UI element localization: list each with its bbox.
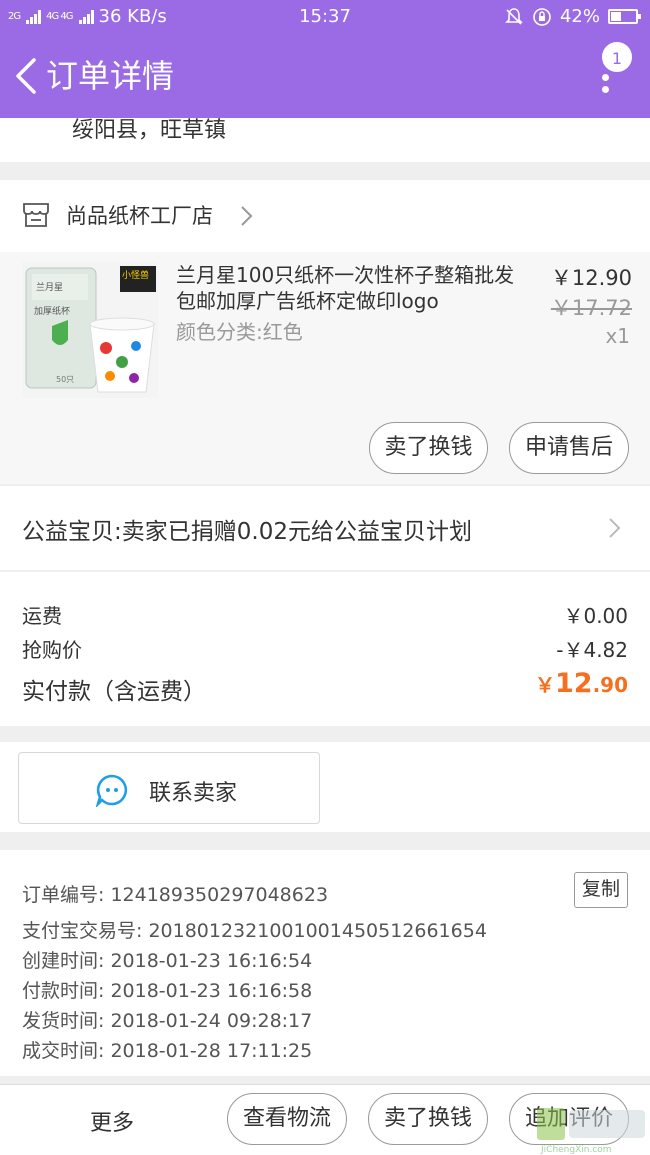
watermark-text: JiChengXin.com (540, 1145, 612, 1155)
thumb-count: 50只 (56, 375, 74, 384)
sell-button[interactable]: 卖了换钱 (369, 422, 488, 474)
notification-badge[interactable]: 1 (600, 40, 634, 74)
alipay-trade-number: 支付宝交易号: 2018012321001001450512661654 (22, 916, 487, 943)
sell-button-bottom[interactable]: 卖了换钱 (368, 1093, 488, 1145)
address-text: 绥阳县，旺草镇 (72, 112, 226, 144)
order-item[interactable]: 兰月星 加厚纸杯 50只 小怪兽 兰月星100只纸杯一次性杯子整箱批发包邮加厚广… (0, 252, 650, 484)
bell-muted-icon (504, 7, 524, 27)
contact-section: 联系卖家 (0, 742, 650, 832)
flash-price-row: 抢购价 -￥4.82 (22, 634, 628, 663)
contact-seller-button[interactable]: 联系卖家 (18, 752, 320, 824)
more-button[interactable]: 更多 (90, 1105, 134, 1137)
back-arrow-icon[interactable] (10, 56, 42, 96)
total-integer: 12 (555, 668, 593, 699)
total-label: 实付款（含运费） (22, 679, 206, 705)
shipping-row: 运费 ￥0.00 (22, 600, 628, 629)
store-icon (22, 202, 50, 228)
chevron-right-icon (606, 516, 622, 540)
total-value: ￥12.90 (535, 668, 628, 699)
product-title[interactable]: 兰月星100只纸杯一次性杯子整箱批发包邮加厚广告纸杯定做印logo (176, 262, 526, 314)
shop-row[interactable]: 尚品纸杯工厂店 (0, 180, 650, 252)
contact-seller-label: 联系卖家 (149, 775, 237, 807)
paid-time: 付款时间: 2018-01-23 16:16:58 (22, 976, 312, 1003)
thumb-brand: 兰月星 (36, 281, 63, 293)
product-sku: 颜色分类:红色 (176, 316, 303, 345)
charity-row[interactable]: 公益宝贝:卖家已捐赠0.02元给公益宝贝计划 (0, 486, 650, 570)
shipped-time: 发货时间: 2018-01-24 09:28:17 (22, 1006, 312, 1033)
flash-price-value: -￥4.82 (556, 634, 628, 663)
chevron-right-icon (238, 204, 254, 228)
product-quantity: x1 (605, 324, 630, 348)
shop-name: 尚品纸杯工厂店 (66, 200, 213, 230)
total-decimal: .90 (593, 673, 628, 697)
thumb-sub: 加厚纸杯 (34, 305, 70, 317)
more-menu-icon[interactable] (602, 74, 612, 98)
thumb-tag: 小怪兽 (122, 269, 149, 281)
chat-bubble-icon (95, 773, 129, 807)
battery-fill (611, 12, 621, 21)
flash-price-label: 抢购价 (22, 638, 82, 662)
product-original-price: ￥17.72 (551, 292, 632, 322)
address-section: 绥阳县，旺草镇 (0, 118, 650, 162)
product-price: ￥12.90 (551, 262, 632, 292)
fee-summary: 运费 ￥0.00 抢购价 -￥4.82 实付款（含运费） ￥12.90 (0, 572, 650, 726)
product-image: 兰月星 加厚纸杯 50只 小怪兽 (22, 262, 158, 398)
watermark-logo: JiChengXin.com (535, 1104, 650, 1155)
order-number: 订单编号: 124189350297048623 (22, 880, 328, 907)
battery-percent: 42% (560, 6, 600, 27)
charity-text: 公益宝贝:卖家已捐赠0.02元给公益宝贝计划 (22, 512, 472, 546)
copy-button[interactable]: 复制 (574, 872, 628, 908)
after-sale-button[interactable]: 申请售后 (509, 422, 629, 474)
rotation-lock-icon (532, 7, 552, 27)
order-info: 订单编号: 124189350297048623 复制 支付宝交易号: 2018… (0, 850, 650, 1076)
created-time: 创建时间: 2018-01-23 16:16:54 (22, 946, 312, 973)
battery-icon (608, 9, 638, 24)
product-thumbnail[interactable]: 兰月星 加厚纸杯 50只 小怪兽 (22, 262, 158, 398)
shipping-label: 运费 (22, 604, 62, 628)
status-bar: 2G 4G 4G 36 KB/s 15:37 42% (0, 0, 650, 34)
total-currency: ￥ (535, 673, 555, 697)
shipping-value: ￥0.00 (563, 600, 628, 629)
view-logistics-button[interactable]: 查看物流 (227, 1093, 347, 1145)
nav-bar: 订单详情 (0, 34, 650, 118)
status-right: 42% (504, 6, 638, 27)
completed-time: 成交时间: 2018-01-28 17:11:25 (22, 1036, 312, 1063)
page-title: 订单详情 (46, 56, 174, 96)
total-row: 实付款（含运费） ￥12.90 (22, 672, 628, 706)
